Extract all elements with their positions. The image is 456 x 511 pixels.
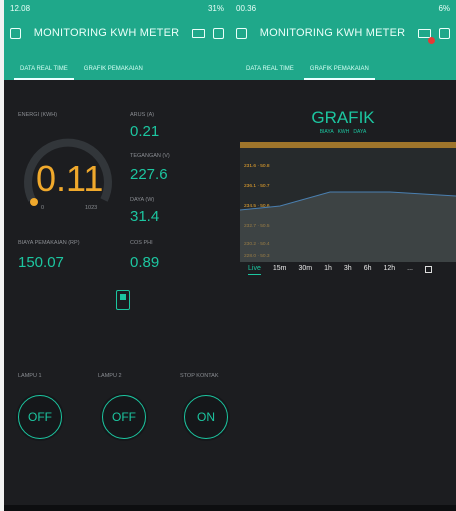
daya-label: DAYA (W): [130, 197, 155, 203]
cosphi-label: COS PHI: [130, 240, 153, 246]
chart-title: GRAFIK: [311, 108, 375, 127]
device-icon[interactable]: [192, 28, 205, 38]
phone-screen-right: 00.36 6% MONITORING KWH METER DATA REAL …: [230, 0, 456, 511]
range-3h[interactable]: 3h: [344, 265, 352, 275]
range-12h[interactable]: 12h: [383, 265, 395, 275]
arus-value: 0.21: [130, 123, 160, 140]
range-more[interactable]: ...: [407, 265, 413, 275]
range-live[interactable]: Live: [248, 265, 261, 275]
status-bar: 12.08 31%: [4, 0, 230, 16]
energi-min: 0: [41, 205, 45, 211]
time-range-bar: Live 15m 30m 1h 3h 6h 12h ...: [248, 265, 433, 275]
tab-bar: DATA REAL TIME GRAFIK PEMAKAIAN: [4, 50, 230, 80]
tab-data-real-time[interactable]: DATA REAL TIME: [240, 66, 300, 80]
status-bar: 00.36 6%: [230, 0, 456, 16]
nav-bar: [4, 505, 230, 511]
app-title: MONITORING KWH METER: [259, 27, 406, 39]
app-bar: MONITORING KWH METER: [4, 16, 230, 50]
chart-svg: [240, 142, 456, 262]
phone-screen-left: 12.08 31% MONITORING KWH METER DATA REAL…: [4, 0, 230, 511]
app-title: MONITORING KWH METER: [33, 27, 180, 39]
stop-kontak-label: STOP KONTAK: [180, 373, 219, 379]
energi-label: ENERGI (KWH): [18, 112, 58, 118]
menu-icon[interactable]: [10, 27, 21, 39]
range-15m[interactable]: 15m: [273, 265, 287, 275]
daya-value: 31.4: [130, 208, 160, 225]
status-indicators: 31%: [207, 3, 224, 13]
phone-widget-icon[interactable]: [116, 290, 130, 310]
status-indicators: 6%: [438, 3, 450, 13]
legend-daya: DAYA: [353, 129, 367, 135]
biaya-label: BIAYA PEMAKAIAN (RP): [18, 240, 80, 246]
tegangan-label: TEGANGAN (V): [130, 153, 170, 159]
chart-area: 231.6 · 50.8 236.1 · 50.7 234.5 · 50.6 2…: [240, 142, 456, 262]
device-icon[interactable]: [418, 28, 435, 44]
series-area-fill: [240, 192, 456, 262]
range-6h[interactable]: 6h: [364, 265, 372, 275]
chart-top-band: [240, 142, 456, 148]
legend-biaya: BIAYA: [319, 129, 334, 135]
biaya-value: 150.07: [18, 254, 64, 271]
square-icon[interactable]: [439, 27, 450, 39]
status-time: 12.08: [10, 3, 31, 13]
menu-icon[interactable]: [236, 27, 247, 39]
energi-max: 1023: [85, 205, 98, 211]
tab-data-real-time[interactable]: DATA REAL TIME: [14, 66, 74, 80]
lampu1-label: LAMPU 1: [18, 373, 42, 379]
app-bar: MONITORING KWH METER: [230, 16, 456, 50]
nav-bar: [230, 505, 456, 511]
lampu1-button[interactable]: OFF: [18, 395, 62, 439]
chart-legend: BIAYA KWH DAYA: [230, 129, 456, 135]
tab-grafik-pemakaian[interactable]: GRAFIK PEMAKAIAN: [78, 66, 149, 80]
tegangan-value: 227.6: [130, 166, 168, 183]
cosphi-value: 0.89: [130, 254, 160, 271]
stop-kontak-button[interactable]: ON: [184, 395, 228, 439]
expand-icon[interactable]: [425, 266, 433, 273]
tab-grafik-pemakaian[interactable]: GRAFIK PEMAKAIAN: [303, 66, 375, 80]
arus-label: ARUS (A): [130, 112, 155, 118]
legend-kwh: KWH: [337, 129, 350, 135]
range-1h[interactable]: 1h: [324, 265, 332, 275]
notification-dot: [428, 36, 435, 44]
square-icon[interactable]: [213, 27, 224, 39]
energi-value: 0.11: [36, 158, 104, 199]
tab-bar: DATA REAL TIME GRAFIK PEMAKAIAN: [230, 50, 456, 80]
lampu2-button[interactable]: OFF: [102, 395, 146, 439]
lampu2-label: LAMPU 2: [98, 373, 122, 379]
status-time: 00.36: [236, 3, 257, 13]
range-30m[interactable]: 30m: [298, 265, 312, 275]
